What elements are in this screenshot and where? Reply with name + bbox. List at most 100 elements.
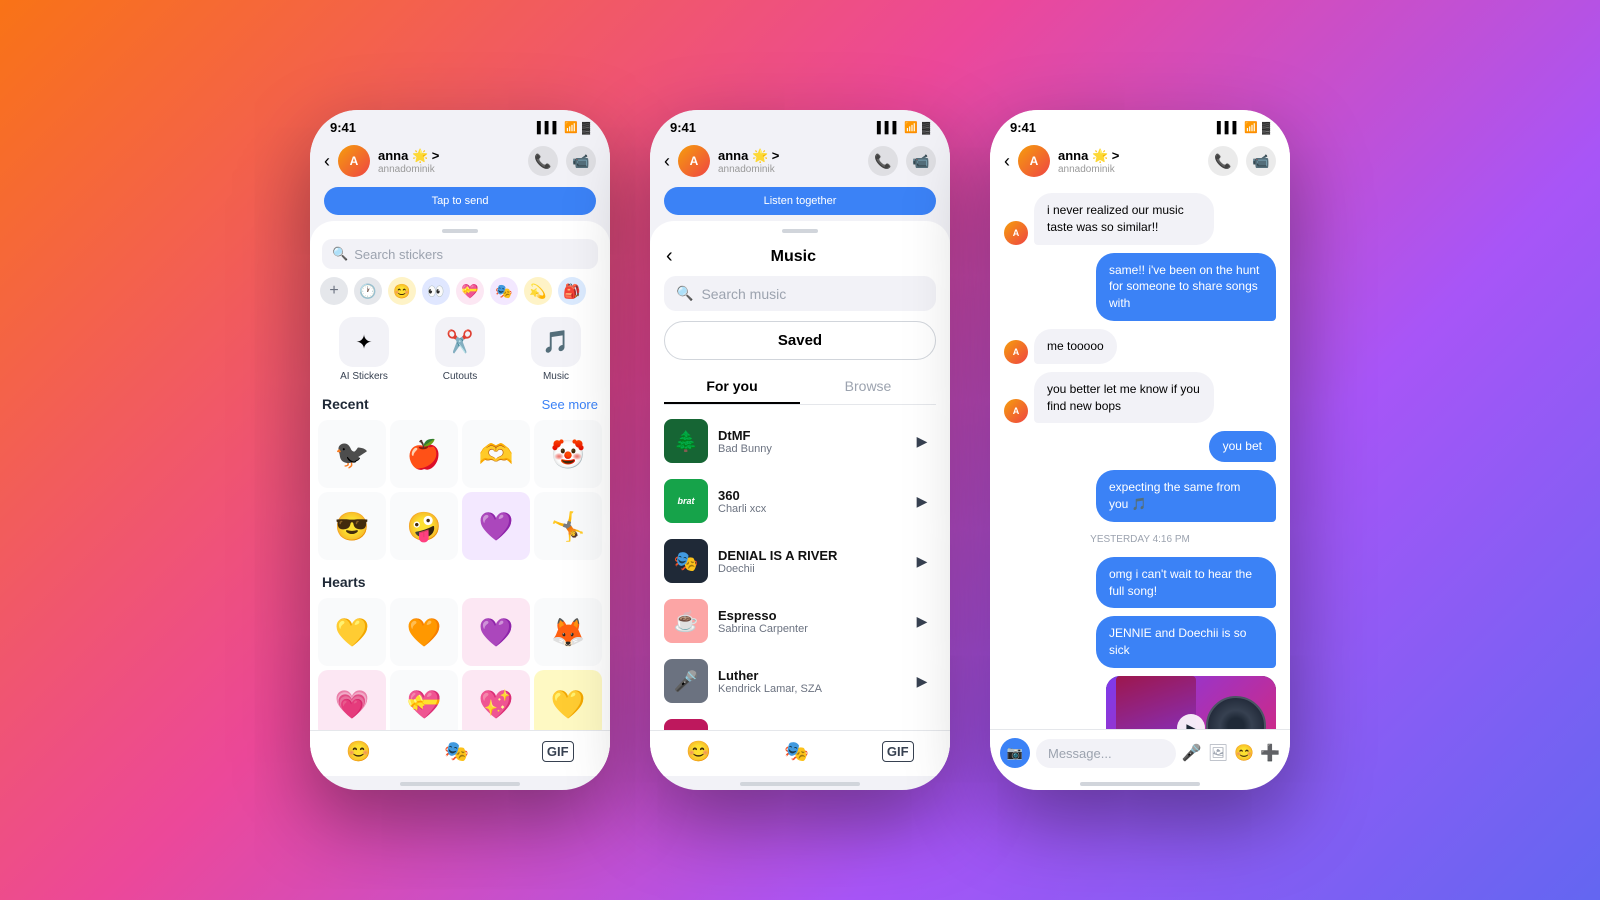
heart-sticker-2[interactable]: 🧡	[390, 598, 458, 666]
sticker-1[interactable]: 🐦‍⬛	[318, 420, 386, 488]
gallery-icon[interactable]: 🖼	[1208, 743, 1228, 763]
track-4[interactable]: ☕ Espresso Sabrina Carpenter ▶	[650, 591, 950, 651]
back-button-1[interactable]: ‹	[324, 151, 330, 172]
sticker-8[interactable]: 🤸	[534, 492, 602, 560]
music-play-button[interactable]: ▶	[1177, 714, 1205, 729]
play-button-2[interactable]: ▶	[908, 487, 936, 515]
sticker-4[interactable]: 🤡	[534, 420, 602, 488]
message-input[interactable]: Message...	[1036, 739, 1176, 768]
battery-icon-2: ▓	[922, 122, 930, 134]
emoji-toolbar-icon-2[interactable]: 😊	[686, 739, 711, 764]
sticker-toolbar-icon-2[interactable]: 🎭	[784, 739, 809, 764]
call-button-3[interactable]: 📞	[1208, 146, 1238, 176]
see-more-button[interactable]: See more	[542, 397, 598, 412]
play-button-5[interactable]: ▶	[908, 667, 936, 695]
recent-icon[interactable]: 🕐	[354, 277, 382, 305]
sticker-5[interactable]: 😎	[318, 492, 386, 560]
bubble-3: me tooooo	[1034, 329, 1117, 364]
emoji-cat-4[interactable]: 🎭	[490, 277, 518, 305]
music-back-button[interactable]: ‹	[666, 245, 673, 268]
recent-section-header: Recent See more	[318, 392, 602, 420]
emoji-cat-6[interactable]: 🎒	[558, 277, 586, 305]
sticker-toolbar-icon-1[interactable]: 🎭	[444, 739, 469, 764]
heart-sticker-8[interactable]: 💛	[534, 670, 602, 730]
emoji-cat-1[interactable]: 😊	[388, 277, 416, 305]
music-search-bar[interactable]: 🔍 Search music	[664, 276, 936, 311]
top-nav-1: ‹ A anna 🌟 > annadominik 📞 📹	[310, 139, 610, 183]
gif-toolbar-icon-1[interactable]: GIF	[542, 741, 574, 762]
track-1[interactable]: 🌲 DtMF Bad Bunny ▶	[650, 411, 950, 471]
mic-icon[interactable]: 🎤	[1182, 743, 1202, 763]
user-info-2: anna 🌟 > annadominik	[718, 148, 860, 175]
sticker-2[interactable]: 🍎	[390, 420, 458, 488]
heart-sticker-4[interactable]: 🦊	[534, 598, 602, 666]
play-button-4[interactable]: ▶	[908, 607, 936, 635]
status-bar-1: 9:41 ▌▌▌ 📶 ▓	[310, 110, 610, 139]
play-button-3[interactable]: ▶	[908, 547, 936, 575]
emoji-toolbar-icon-1[interactable]: 😊	[346, 739, 371, 764]
video-button-1[interactable]: 📹	[566, 146, 596, 176]
cutouts-shortcut[interactable]: ✂️ Cutouts	[435, 317, 485, 382]
music-card-image: EXTRA L ▶	[1106, 676, 1276, 729]
chat-row-3: A me tooooo	[1004, 329, 1276, 364]
saved-button[interactable]: Saved	[664, 321, 936, 360]
sticker-main-scroll[interactable]: Recent See more 🐦‍⬛ 🍎 🫶 🤡 😎 🤪 💜 🤸 Hearts…	[310, 392, 610, 730]
music-share-card[interactable]: EXTRA L ▶ EXTRA L JENNIE & Doechii	[1106, 676, 1276, 729]
user-sub-3: annadominik	[1058, 164, 1200, 175]
back-button-3[interactable]: ‹	[1004, 151, 1010, 172]
video-button-2[interactable]: 📹	[906, 146, 936, 176]
music-search-placeholder: Search music	[701, 286, 924, 302]
music-label: Music	[543, 371, 569, 382]
bubble-1: i never realized our music taste was so …	[1034, 193, 1214, 245]
add-icon[interactable]: ➕	[1260, 743, 1280, 763]
back-button-2[interactable]: ‹	[664, 151, 670, 172]
emoji-cat-2[interactable]: 👀	[422, 277, 450, 305]
add-category-icon[interactable]: +	[320, 277, 348, 305]
track-art-1: 🌲	[664, 419, 708, 463]
video-button-3[interactable]: 📹	[1246, 146, 1276, 176]
search-placeholder-1: Search stickers	[354, 247, 588, 262]
track-3[interactable]: 🎭 DENIAL IS A RIVER Doechii ▶	[650, 531, 950, 591]
heart-sticker-3[interactable]: 💜	[462, 598, 530, 666]
emoji-cat-5[interactable]: 💫	[524, 277, 552, 305]
chat-row-8: JENNIE and Doechii is so sick	[1004, 616, 1276, 668]
track-artist-5: Kendrick Lamar, SZA	[718, 683, 898, 695]
ai-stickers-shortcut[interactable]: ✦ AI Stickers	[339, 317, 389, 382]
gif-toolbar-icon-2[interactable]: GIF	[882, 741, 914, 762]
music-list[interactable]: 🌲 DtMF Bad Bunny ▶ brat 360 Charli xcx ▶…	[650, 405, 950, 730]
music-shortcut[interactable]: 🎵 Music	[531, 317, 581, 382]
avatar-2: A	[678, 145, 710, 177]
bubble-8: JENNIE and Doechii is so sick	[1096, 616, 1276, 668]
music-card-vinyl	[1206, 696, 1266, 729]
call-button-1[interactable]: 📞	[528, 146, 558, 176]
track-art-2: brat	[664, 479, 708, 523]
track-info-4: Espresso Sabrina Carpenter	[718, 608, 898, 635]
play-button-1[interactable]: ▶	[908, 427, 936, 455]
heart-sticker-7[interactable]: 💖	[462, 670, 530, 730]
heart-sticker-1[interactable]: 💛	[318, 598, 386, 666]
tab-for-you[interactable]: For you	[664, 370, 800, 404]
chat-area[interactable]: A i never realized our music taste was s…	[990, 183, 1290, 729]
chat-row-9: ✈ EXTRA L ▶ EXTRA L JENNIE & Doechii	[1004, 676, 1276, 729]
sticker-7[interactable]: 💜	[462, 492, 530, 560]
call-button-2[interactable]: 📞	[868, 146, 898, 176]
recent-sticker-grid: 🐦‍⬛ 🍎 🫶 🤡 😎 🤪 💜 🤸	[318, 420, 602, 560]
music-title: Music	[673, 248, 914, 266]
track-5[interactable]: 🎤 Luther Kendrick Lamar, SZA ▶	[650, 651, 950, 711]
camera-button[interactable]: 📷	[1000, 738, 1030, 768]
sticker-search-bar[interactable]: 🔍 Search stickers	[322, 239, 598, 269]
track-2[interactable]: brat 360 Charli xcx ▶	[650, 471, 950, 531]
cutouts-icon: ✂️	[435, 317, 485, 367]
sticker-icon[interactable]: 😊	[1234, 743, 1254, 763]
sticker-6[interactable]: 🤪	[390, 492, 458, 560]
recent-title: Recent	[322, 396, 369, 412]
heart-sticker-5[interactable]: 💗	[318, 670, 386, 730]
signal-icon-3: ▌▌▌	[1217, 122, 1240, 134]
sticker-3[interactable]: 🫶	[462, 420, 530, 488]
emoji-cat-3[interactable]: 💝	[456, 277, 484, 305]
chat-row-4: A you better let me know if you find new…	[1004, 372, 1276, 424]
track-6[interactable]: 🌹 APT ROSÉ, Bruno Mars ▶	[650, 711, 950, 730]
tab-browse[interactable]: Browse	[800, 370, 936, 404]
heart-sticker-6[interactable]: 💝	[390, 670, 458, 730]
track-art-6: 🌹	[664, 719, 708, 730]
